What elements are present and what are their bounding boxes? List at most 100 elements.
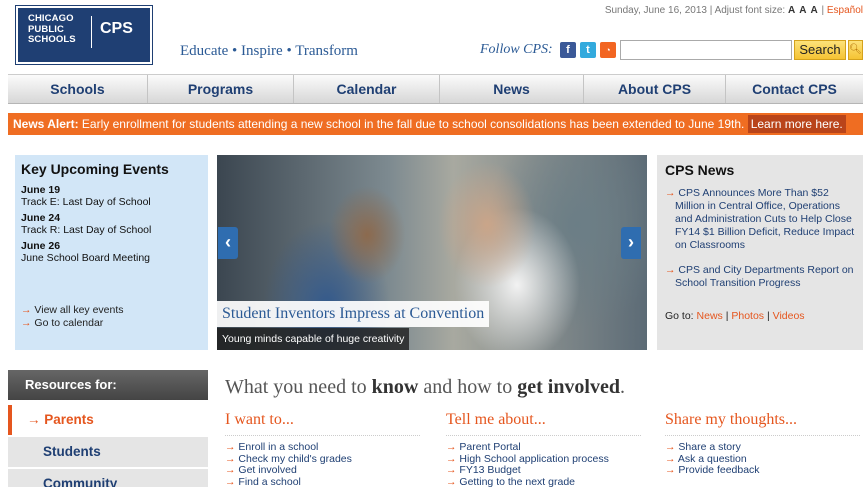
news-title: CPS News [665,162,735,178]
column-link-label: High School application process [459,452,609,465]
i-want-to-column: I want to... → Enroll in a school → Chec… [225,411,420,487]
news-goto: Go to: News | Photos | Videos [665,310,805,322]
news-item[interactable]: → CPS Announces More Than $52 Million in… [665,187,855,252]
logo-abbr: CPS [100,20,133,37]
resources-item-label: Parents [44,412,94,427]
know-heading: What you need to know and how to get inv… [225,376,625,399]
event-desc: Track E: Last Day of School [21,196,151,208]
facebook-icon[interactable]: f [560,42,576,58]
news-item-text: CPS and City Departments Report on Schoo… [675,264,854,289]
search-icon[interactable]: 🔍︎ [848,40,863,60]
nav-schools[interactable]: Schools [8,75,148,103]
event-item: June 26 June School Board Meeting [21,240,202,264]
goto-news-link[interactable]: News [697,310,723,322]
main-nav: Schools Programs Calendar News About CPS… [8,74,863,104]
arrow-right-icon: → [225,464,236,476]
arrow-right-icon: → [446,464,457,476]
twitter-icon[interactable]: t [580,42,596,58]
arrow-right-icon: → [225,452,236,465]
resources-item-students[interactable]: Students [8,437,208,467]
arrow-right-icon: → [446,441,457,453]
resources-item-community[interactable]: Community [8,469,208,487]
nav-calendar[interactable]: Calendar [294,75,440,103]
arrow-right-icon: → [665,452,676,465]
resources-item-parents[interactable]: → Parents [8,405,208,435]
nav-about-cps[interactable]: About CPS [584,75,726,103]
spanish-link[interactable]: Español [827,5,863,16]
know-mid: and how to [418,376,518,398]
arrow-right-icon: → [665,464,676,476]
resources-header: Resources for: [8,370,208,400]
arrow-right-icon: → [21,304,32,316]
current-date: Sunday, June 16, 2013 [604,5,707,16]
column-link-label: Ask a question [677,452,747,465]
goto-photos-link[interactable]: Photos [731,310,764,322]
event-desc: June School Board Meeting [21,252,150,264]
view-all-events-link[interactable]: → View all key events [21,304,124,317]
nav-news[interactable]: News [440,75,584,103]
event-date: June 26 [21,240,61,252]
know-post: . [620,376,625,398]
know-b2: get involved [517,376,620,398]
event-item: June 24 Track R: Last Day of School [21,212,202,236]
event-date: June 24 [21,212,61,224]
cps-news-panel: CPS News → CPS Announces More Than $52 M… [657,155,863,350]
arrow-right-icon: → [21,317,32,329]
carousel-prev-icon[interactable]: ‹ [218,227,238,259]
nav-contact-cps[interactable]: Contact CPS [726,75,863,103]
rss-icon[interactable]: ◔ [600,42,616,58]
know-b1: know [371,376,419,398]
font-size-controls[interactable]: A A A [788,5,819,16]
column-link-label: Enroll in a school [238,441,319,453]
event-item: June 19 Track E: Last Day of School [21,184,202,208]
nav-programs[interactable]: Programs [148,75,294,103]
utility-bar: Sunday, June 16, 2013 | Adjust font size… [605,5,863,16]
arrow-right-icon: → [225,441,236,453]
key-events-panel: Key Upcoming Events June 19 Track E: Las… [15,155,208,350]
go-to-calendar-link[interactable]: → Go to calendar [21,317,124,330]
carousel-title[interactable]: Student Inventors Impress at Convention [217,301,490,327]
featured-carousel[interactable]: ‹ › Student Inventors Impress at Convent… [217,155,647,350]
column-link-label: Getting to the next grade [459,475,575,487]
column-link-label: Provide feedback [678,464,760,476]
column-link-label: Get involved [238,464,297,476]
arrow-right-icon: → [27,412,41,427]
arrow-right-icon: → [446,452,457,465]
logo-line-3: SCHOOLS [28,34,76,45]
column-link[interactable]: → Provide feedback [665,464,860,477]
column-link-label: Parent Portal [459,441,521,453]
font-size-label: Adjust font size: [714,5,786,16]
column-link-label: Find a school [238,475,301,487]
arrow-right-icon: → [665,441,676,453]
carousel-next-icon[interactable]: › [621,227,641,259]
logo-divider [91,16,92,48]
know-pre: What you need to [225,376,372,398]
carousel-caption: Young minds capable of huge creativity [217,328,410,350]
go-to-calendar-label: Go to calendar [34,317,104,329]
column-title: I want to... [225,411,420,436]
news-item[interactable]: → CPS and City Departments Report on Sch… [665,264,855,290]
search-button[interactable]: Search [794,40,846,60]
news-alert-bar: News Alert: Early enrollment for student… [8,113,863,135]
alert-prefix: News Alert: [13,117,79,131]
tell-me-about-column: Tell me about... → Parent Portal → High … [446,411,641,487]
column-title: Tell me about... [446,411,641,436]
site-tagline: Educate • Inspire • Transform [180,43,358,59]
cps-logo[interactable]: CHICAGO PUBLIC SCHOOLS CPS [16,6,152,64]
goto-videos-link[interactable]: Videos [773,310,805,322]
arrow-right-icon: → [665,264,676,276]
column-link[interactable]: → Find a school [225,475,420,487]
alert-learn-more-link[interactable]: Learn more here. [747,115,846,133]
events-links: → View all key events → Go to calendar [21,304,124,330]
logo-text: CHICAGO PUBLIC SCHOOLS [28,13,76,46]
column-link-label: FY13 Budget [459,464,521,476]
column-link[interactable]: → Getting to the next grade [446,475,641,487]
share-thoughts-column: Share my thoughts... → Share a story → A… [665,411,860,477]
news-item-text: CPS Announces More Than $52 Million in C… [675,187,855,251]
arrow-right-icon: → [225,475,236,487]
view-all-events-label: View all key events [34,304,124,316]
search-input[interactable] [620,40,792,60]
column-link-label: Share a story [678,441,741,453]
arrow-right-icon: → [446,475,457,487]
column-title: Share my thoughts... [665,411,860,436]
